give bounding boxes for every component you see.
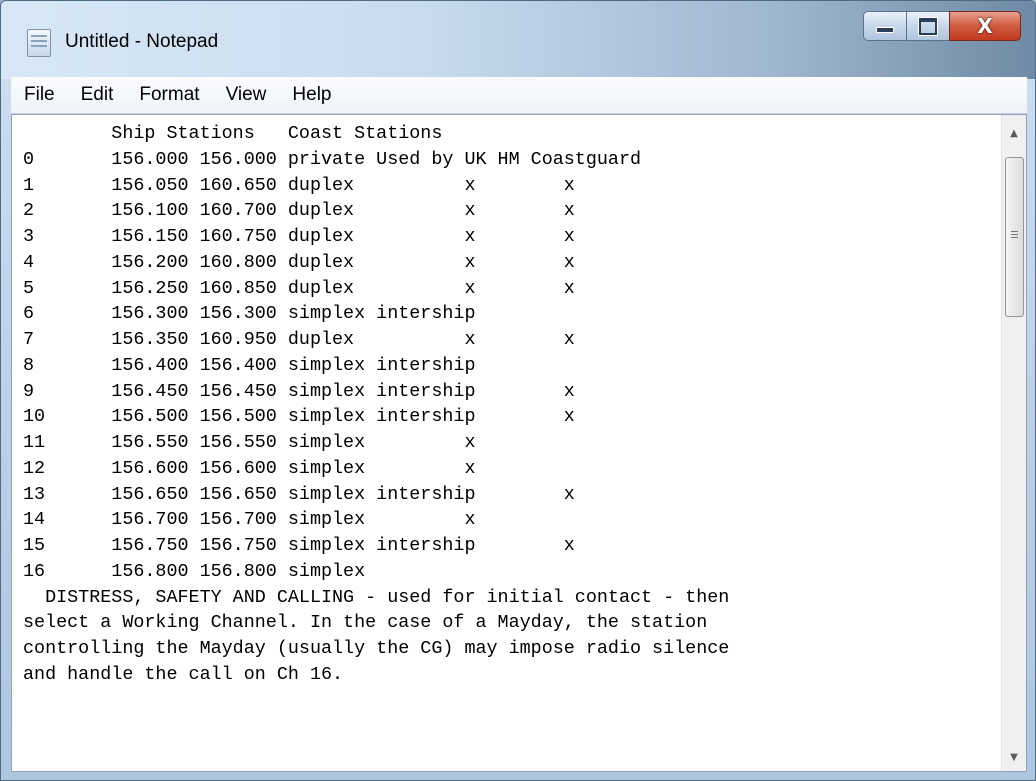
menu-help[interactable]: Help	[279, 77, 344, 113]
scroll-down-arrow-icon[interactable]: ▼	[1002, 745, 1026, 769]
text-line: 12 156.600 156.600 simplex x	[23, 457, 476, 479]
text-line: 4 156.200 160.800 duplex x x	[23, 251, 575, 273]
text-line: 6 156.300 156.300 simplex intership	[23, 303, 476, 325]
menu-format[interactable]: Format	[126, 77, 212, 113]
text-line: DISTRESS, SAFETY AND CALLING - used for …	[23, 586, 730, 608]
text-line: 3 156.150 160.750 duplex x x	[23, 226, 575, 247]
menu-file[interactable]: File	[11, 77, 68, 113]
text-line: 9 156.450 156.450 simplex intership x	[23, 380, 575, 402]
text-line: 0 156.000 156.000 private Used by UK HM …	[23, 148, 642, 170]
close-button[interactable]: X	[949, 11, 1021, 41]
maximize-button[interactable]	[906, 11, 950, 41]
text-line: 11 156.550 156.550 simplex x	[23, 432, 476, 453]
text-line: 14 156.700 156.700 simplex x	[23, 509, 476, 531]
grip-icon	[1011, 231, 1018, 232]
text-line: controlling the Mayday (usually the CG) …	[23, 638, 730, 659]
text-line: 1 156.050 160.650 duplex x x	[23, 174, 575, 196]
minimize-button[interactable]	[863, 11, 907, 41]
menu-edit[interactable]: Edit	[68, 77, 127, 113]
text-line: select a Working Channel. In the case of…	[23, 612, 708, 634]
text-line: 16 156.800 156.800 simplex	[23, 560, 366, 582]
menu-view[interactable]: View	[213, 77, 280, 113]
vertical-scrollbar[interactable]: ▲ ▼	[1001, 115, 1026, 771]
menu-bar: File Edit Format View Help	[11, 77, 1027, 114]
text-line: 2 156.100 160.700 duplex x x	[23, 200, 575, 222]
text-line: 13 156.650 156.650 simplex intership x	[23, 483, 575, 505]
minimize-icon	[876, 27, 894, 33]
text-line: and handle the call on Ch 16.	[23, 663, 344, 685]
notepad-icon[interactable]	[27, 29, 51, 57]
text-line: 10 156.500 156.500 simplex intership x	[23, 406, 575, 428]
close-icon: X	[977, 14, 993, 38]
scrollbar-thumb[interactable]	[1005, 157, 1024, 317]
text-line: 15 156.750 156.750 simplex intership x	[23, 535, 575, 556]
text-line: 7 156.350 160.950 duplex x x	[23, 329, 575, 350]
title-bar[interactable]: Untitled - Notepad X	[1, 1, 1035, 79]
caption-buttons: X	[863, 11, 1021, 41]
window-title: Untitled - Notepad	[65, 31, 219, 52]
text-line: Ship Stations Coast Stations	[23, 123, 443, 144]
notepad-window: Untitled - Notepad X File Edit Format Vi…	[0, 0, 1036, 781]
text-line: 5 156.250 160.850 duplex x x	[23, 277, 575, 299]
maximize-icon	[919, 17, 937, 35]
text-line: 8 156.400 156.400 simplex intership	[23, 354, 476, 376]
scroll-up-arrow-icon[interactable]: ▲	[1002, 121, 1026, 145]
text-editor[interactable]: Ship Stations Coast Stations 0 156.000 15…	[11, 114, 1027, 772]
text-area[interactable]: Ship Stations Coast Stations 0 156.000 15…	[12, 115, 1002, 771]
